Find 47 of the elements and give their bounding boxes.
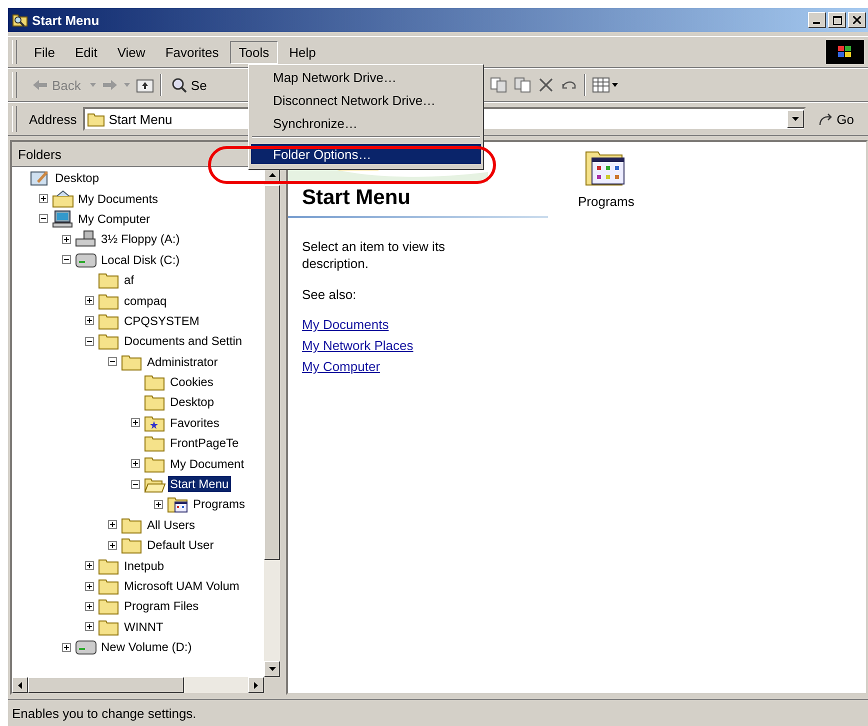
pane-title: Folders bbox=[18, 146, 62, 162]
menu-item[interactable]: View bbox=[108, 40, 154, 64]
web-view-heading: Start Menu bbox=[302, 186, 412, 210]
tree-item[interactable]: CPQSYSTEM bbox=[122, 312, 202, 329]
menu-option[interactable]: Map Network Drive… bbox=[251, 67, 481, 87]
tree-item[interactable]: WINNT bbox=[122, 618, 166, 635]
tree-item[interactable]: My Computer bbox=[76, 210, 152, 227]
tree-item[interactable]: My Documents bbox=[76, 190, 160, 207]
tree-item[interactable]: FrontPageTe bbox=[168, 435, 241, 452]
status-text: Enables you to change settings. bbox=[12, 706, 196, 720]
see-also-link[interactable]: My Computer bbox=[302, 359, 548, 374]
search-button[interactable]: Se bbox=[168, 75, 210, 95]
menu-option[interactable]: Disconnect Network Drive… bbox=[251, 90, 481, 110]
item-label[interactable]: Programs bbox=[578, 194, 634, 209]
menu-option[interactable]: Synchronize… bbox=[251, 113, 481, 133]
tree-item[interactable]: Desktop bbox=[168, 394, 216, 410]
tree-item[interactable]: Documents and Settin bbox=[122, 333, 244, 350]
address-value: Start Menu bbox=[108, 112, 172, 126]
menu-item[interactable]: Help bbox=[280, 40, 325, 64]
tree-item[interactable]: Administrator bbox=[145, 354, 220, 370]
tree-item[interactable]: Microsoft UAM Volum bbox=[122, 578, 242, 594]
see-also-link[interactable]: My Network Places bbox=[302, 338, 548, 353]
go-button[interactable]: Go bbox=[812, 112, 864, 126]
tree-item[interactable]: 3½ Floppy (A:) bbox=[99, 231, 182, 248]
tree-item[interactable]: All Users bbox=[145, 516, 198, 533]
description-text: Select an item to view its description. bbox=[302, 238, 446, 272]
tree-item[interactable]: Inetpub bbox=[122, 558, 166, 574]
window-title: Start Menu bbox=[32, 12, 100, 28]
tree-item[interactable]: compaq bbox=[122, 292, 169, 309]
menu-item[interactable]: File bbox=[25, 40, 64, 64]
tree-item[interactable]: Default User bbox=[145, 537, 216, 554]
see-also-link[interactable]: My Documents bbox=[302, 317, 548, 332]
tree-item[interactable]: Start Menu bbox=[168, 476, 231, 492]
tree-item[interactable]: My Document bbox=[168, 456, 246, 472]
tree-item[interactable]: Desktop bbox=[53, 170, 102, 186]
tree-item[interactable]: Program Files bbox=[122, 598, 201, 614]
tree-item[interactable]: af bbox=[122, 272, 136, 288]
tree-item[interactable]: Favorites bbox=[168, 414, 222, 431]
menu-item[interactable]: Tools bbox=[230, 40, 278, 64]
menu-item[interactable]: Favorites bbox=[156, 40, 228, 64]
tree-item[interactable]: Cookies bbox=[168, 374, 216, 390]
see-also-label: See also: bbox=[302, 286, 358, 303]
tree-item[interactable]: New Volume (D:) bbox=[99, 639, 194, 656]
tree-item[interactable]: Local Disk (C:) bbox=[99, 252, 182, 268]
tree-item[interactable]: Programs bbox=[191, 496, 248, 512]
menu-item[interactable]: Edit bbox=[66, 40, 106, 64]
address-label: Address bbox=[29, 112, 77, 126]
